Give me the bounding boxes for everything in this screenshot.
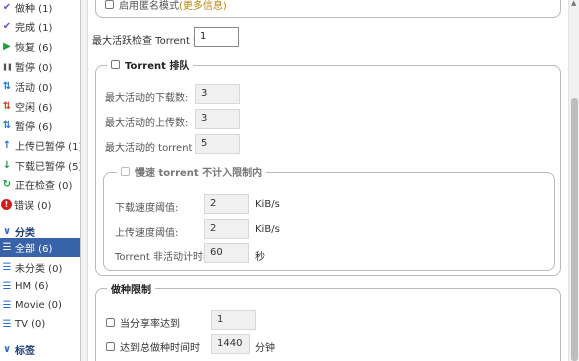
status-filter-item[interactable]: ✔ 完成 (1) xyxy=(0,17,80,36)
max-torrents-label: 最大活动的 torrent 数: xyxy=(105,143,210,154)
slow-torrents-checkbox[interactable] xyxy=(121,167,130,176)
slow-torrents-legend-label: 慢速 torrent 不计入限制内 xyxy=(135,168,263,179)
ratio-input[interactable]: 1 xyxy=(211,310,256,330)
seed-time-label: 达到总做种时间时 xyxy=(120,343,200,354)
max-active-checking-label: 最大活跃检查 Torrent 数: xyxy=(92,36,207,47)
upload-arrow-icon: ↑ xyxy=(2,139,12,151)
list-icon: ☰ xyxy=(2,261,12,273)
vertical-scrollbar[interactable]: ▲ xyxy=(568,0,579,361)
category-item-tv[interactable]: ☰ TV (0) xyxy=(0,315,80,334)
status-filter-label: 空闲 (6) xyxy=(15,103,53,114)
chevron-down-icon: ∨ xyxy=(2,225,12,237)
status-filter-item[interactable]: ❚❚ 暂停 (0) xyxy=(0,57,80,76)
upload-threshold-input[interactable]: 2 xyxy=(204,219,249,239)
category-item-movie[interactable]: ☰ Movie (0) xyxy=(0,296,80,315)
pause-icon: ❚❚ xyxy=(2,62,13,71)
transfer-arrows-icon: ⇅ xyxy=(2,80,12,92)
status-filter-item[interactable]: ⇅ 空闲 (6) xyxy=(0,97,80,116)
list-icon: ☰ xyxy=(2,241,12,253)
slow-torrents-legend: 慢速 torrent 不计入限制内 xyxy=(117,164,267,179)
seeding-limits-legend: 做种限制 xyxy=(107,281,155,296)
max-torrents-input[interactable]: 5 xyxy=(195,134,240,154)
status-filter-label: 错误 (0) xyxy=(14,201,52,212)
error-icon: ! xyxy=(1,199,12,210)
anonymous-mode-checkbox[interactable] xyxy=(105,0,114,9)
status-filter-item[interactable]: ↻ 正在检查 (0) xyxy=(0,175,80,194)
categories-header-label: 分类 xyxy=(15,228,35,239)
max-active-checking-input[interactable]: 1 xyxy=(194,27,239,47)
list-icon: ☰ xyxy=(2,299,12,311)
sidebar-splitter[interactable] xyxy=(81,0,88,361)
status-filter-item[interactable]: ↑ 上传已暂停 (1) xyxy=(0,136,81,155)
check-icon: ✔ xyxy=(2,1,12,13)
max-uploads-input[interactable]: 3 xyxy=(195,109,240,129)
status-filter-label: 恢复 (6) xyxy=(15,43,53,54)
tags-header-label: 标签 xyxy=(15,346,35,357)
status-filter-label: 上传已暂停 (1) xyxy=(15,142,81,153)
seed-time-input[interactable]: 1440 xyxy=(211,334,250,354)
download-threshold-label: 下载速度阈值: xyxy=(115,203,179,214)
seed-time-unit: 分钟 xyxy=(255,343,275,354)
status-filter-label: 正在检查 (0) xyxy=(15,181,73,192)
download-arrow-icon: ↓ xyxy=(2,159,12,171)
category-label: 全部 (6) xyxy=(15,244,53,255)
status-filter-item[interactable]: ✔ 做种 (1) xyxy=(0,0,80,17)
refresh-icon: ↻ xyxy=(2,178,12,190)
scrollbar-thumb[interactable] xyxy=(571,98,578,361)
status-filter-item[interactable]: ⇅ 活动 (0) xyxy=(0,77,80,96)
anonymous-mode-row: 启用匿名模式 (更多信息) xyxy=(105,0,227,12)
upload-threshold-label: 上传速度阈值: xyxy=(115,228,179,239)
status-filter-label: 下载已暂停 (5) xyxy=(15,162,81,173)
inactivity-timer-label: Torrent 非活动计时器: xyxy=(115,252,217,263)
seed-time-checkbox[interactable] xyxy=(106,342,115,351)
ratio-row: 当分享率达到 xyxy=(106,315,180,330)
inactivity-timer-unit: 秒 xyxy=(255,252,265,263)
scroll-up-arrow-icon[interactable]: ▲ xyxy=(571,0,578,7)
status-filter-label: 暂停 (6) xyxy=(15,122,53,133)
category-item-all[interactable]: ☰ 全部 (6) xyxy=(0,238,80,257)
status-filter-item[interactable]: ⇅ 暂停 (6) xyxy=(0,116,80,135)
play-icon: ▶ xyxy=(3,40,11,52)
max-uploads-label: 最大活动的上传数: xyxy=(105,118,189,129)
category-label: Movie (0) xyxy=(15,300,62,311)
more-info-link[interactable]: (更多信息) xyxy=(179,0,227,12)
chevron-down-icon: ∨ xyxy=(2,343,12,355)
transfer-arrows-icon: ⇅ xyxy=(2,100,12,112)
category-label: HM (6) xyxy=(15,281,49,292)
transfer-arrows-icon: ⇅ xyxy=(2,119,12,131)
max-downloads-label: 最大活动的下载数: xyxy=(105,93,189,104)
anonymous-mode-label: 启用匿名模式 xyxy=(119,1,179,12)
inactivity-timer-input[interactable]: 60 xyxy=(204,243,249,263)
list-icon: ☰ xyxy=(2,318,12,330)
ratio-checkbox[interactable] xyxy=(106,318,115,327)
max-downloads-input[interactable]: 3 xyxy=(195,84,240,104)
upload-threshold-unit: KiB/s xyxy=(255,224,280,235)
status-filter-item[interactable]: ! 错误 (0) xyxy=(0,195,80,214)
check-icon: ✔ xyxy=(2,20,12,32)
category-label: 未分类 (0) xyxy=(15,264,63,275)
download-threshold-unit: KiB/s xyxy=(255,199,280,210)
sidebar: ✔ 做种 (1) ✔ 完成 (1) ▶ 恢复 (6) ❚❚ 暂停 (0) ⇅ 活动 (0) ⇅ 空闲 … xyxy=(0,0,81,361)
seed-time-row: 达到总做种时间时 xyxy=(106,339,200,354)
category-item-uncategorized[interactable]: ☰ 未分类 (0) xyxy=(0,258,80,277)
category-item-hm[interactable]: ☰ HM (6) xyxy=(0,277,80,296)
status-filter-item[interactable]: ▶ 恢复 (6) xyxy=(0,37,80,56)
list-icon: ☰ xyxy=(2,280,12,292)
seeding-limits-legend-label: 做种限制 xyxy=(111,285,151,296)
category-label: TV (0) xyxy=(15,319,46,330)
status-filter-label: 做种 (1) xyxy=(15,4,53,15)
tags-header[interactable]: ∨ 标签 xyxy=(0,340,80,359)
status-filter-label: 暂停 (0) xyxy=(15,63,53,74)
torrent-queue-legend: Torrent 排队 xyxy=(107,57,194,72)
status-filter-item[interactable]: ↓ 下载已暂停 (5) xyxy=(0,156,81,175)
download-threshold-input[interactable]: 2 xyxy=(204,194,249,214)
ratio-label: 当分享率达到 xyxy=(120,319,180,330)
torrent-queue-checkbox[interactable] xyxy=(111,60,120,69)
options-panel: 启用匿名模式 (更多信息) 最大活跃检查 Torrent 数: 1 Torren… xyxy=(89,0,568,361)
torrent-queue-legend-label: Torrent 排队 xyxy=(125,61,190,72)
status-filter-label: 完成 (1) xyxy=(15,23,53,34)
status-filter-label: 活动 (0) xyxy=(15,83,53,94)
